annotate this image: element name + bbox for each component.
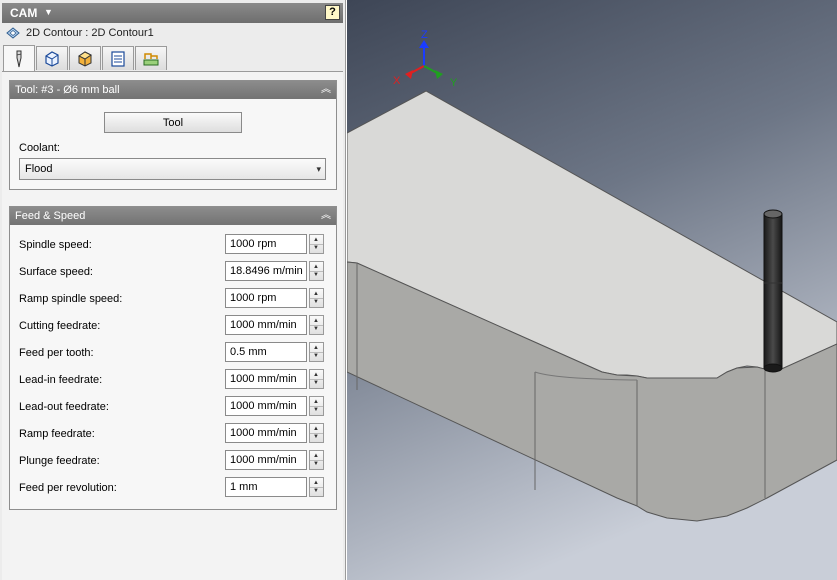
cam-panel: CAM ▼ ? 2D Contour : 2D Contour1 Tool: #…	[0, 0, 346, 580]
spin-up-icon[interactable]: ▲	[313, 372, 319, 378]
spin-up-icon[interactable]: ▲	[313, 237, 319, 243]
3d-viewport[interactable]: Z X Y	[347, 0, 837, 580]
passes-icon	[111, 50, 125, 67]
spin-up-icon[interactable]: ▲	[313, 345, 319, 351]
spinner[interactable]: ▲ ▼	[309, 450, 324, 470]
param-label: Surface speed:	[19, 266, 93, 278]
spinner[interactable]: ▲ ▼	[309, 342, 324, 362]
spin-down-icon[interactable]: ▼	[313, 299, 319, 305]
geometry-icon	[45, 50, 59, 67]
heights-icon	[78, 50, 92, 67]
spin-up-icon[interactable]: ▲	[313, 453, 319, 459]
spin-down-icon[interactable]: ▼	[313, 434, 319, 440]
spinner[interactable]: ▲ ▼	[309, 396, 324, 416]
param-row-lead-out-feedrate: Lead-out feedrate: 1000 mm/min ▲ ▼	[19, 396, 325, 417]
param-input[interactable]: 1000 mm/min	[225, 423, 307, 443]
axis-x-label: X	[393, 75, 401, 87]
param-input[interactable]: 1 mm	[225, 477, 307, 497]
param-input[interactable]: 1000 mm/min	[225, 450, 307, 470]
breadcrumb: 2D Contour : 2D Contour1	[6, 26, 154, 40]
tool-group-title: Tool: #3 - Ø6 mm ball	[15, 84, 120, 96]
chevron-down-icon[interactable]: ▾	[316, 159, 321, 179]
spin-down-icon[interactable]: ▼	[313, 380, 319, 386]
chevron-down-icon[interactable]: ▼	[44, 7, 53, 17]
spin-up-icon[interactable]: ▲	[313, 291, 319, 297]
coolant-value: Flood	[25, 163, 53, 175]
spin-down-icon[interactable]: ▼	[313, 407, 319, 413]
tab-heights[interactable]	[69, 46, 101, 70]
tab-geometry[interactable]	[36, 46, 68, 70]
spin-up-icon[interactable]: ▲	[313, 480, 319, 486]
tab-content: Tool: #3 - Ø6 mm ball ︽ Tool Coolant: Fl…	[2, 71, 343, 580]
param-row-cutting-feedrate: Cutting feedrate: 1000 mm/min ▲ ▼	[19, 315, 325, 336]
cam-header[interactable]: CAM ▼ ?	[2, 3, 343, 23]
tab-linking[interactable]	[135, 46, 167, 70]
spin-up-icon[interactable]: ▲	[313, 318, 319, 324]
tool-icon	[16, 50, 22, 67]
spin-down-icon[interactable]: ▼	[313, 272, 319, 278]
param-row-ramp-spindle-speed: Ramp spindle speed: 1000 rpm ▲ ▼	[19, 288, 325, 309]
param-label: Plunge feedrate:	[19, 455, 100, 467]
param-label: Feed per tooth:	[19, 347, 94, 359]
spin-down-icon[interactable]: ▼	[313, 488, 319, 494]
collapse-icon[interactable]: ︽	[321, 207, 331, 225]
tool-group: Tool: #3 - Ø6 mm ball ︽ Tool Coolant: Fl…	[9, 80, 337, 190]
coolant-select[interactable]: Flood ▾	[19, 158, 326, 180]
spin-down-icon[interactable]: ▼	[313, 461, 319, 467]
tool-group-header[interactable]: Tool: #3 - Ø6 mm ball ︽	[10, 81, 336, 99]
linking-icon	[143, 52, 159, 65]
spinner[interactable]: ▲ ▼	[309, 261, 324, 281]
tab-passes[interactable]	[102, 46, 134, 70]
spin-up-icon[interactable]: ▲	[313, 426, 319, 432]
param-row-surface-speed: Surface speed: 18.8496 m/min ▲ ▼	[19, 261, 325, 282]
param-label: Ramp feedrate:	[19, 428, 95, 440]
param-label: Ramp spindle speed:	[19, 293, 123, 305]
param-row-ramp-feedrate: Ramp feedrate: 1000 mm/min ▲ ▼	[19, 423, 325, 444]
param-label: Cutting feedrate:	[19, 320, 101, 332]
coolant-label: Coolant:	[19, 142, 60, 154]
param-row-spindle-speed: Spindle speed: 1000 rpm ▲ ▼	[19, 234, 325, 255]
spin-down-icon[interactable]: ▼	[313, 326, 319, 332]
axis-y-label: Y	[450, 77, 458, 89]
spinner[interactable]: ▲ ▼	[309, 477, 324, 497]
spinner[interactable]: ▲ ▼	[309, 288, 324, 308]
feed-speed-header[interactable]: Feed & Speed ︽	[10, 207, 336, 225]
tool-button[interactable]: Tool	[104, 112, 242, 133]
feed-speed-title: Feed & Speed	[15, 210, 86, 222]
spin-down-icon[interactable]: ▼	[313, 245, 319, 251]
param-input[interactable]: 18.8496 m/min	[225, 261, 307, 281]
spinner[interactable]: ▲ ▼	[309, 369, 324, 389]
spinner[interactable]: ▲ ▼	[309, 234, 324, 254]
param-input[interactable]: 1000 rpm	[225, 288, 307, 308]
contour-operation-icon	[6, 27, 20, 39]
help-button[interactable]: ?	[325, 5, 340, 20]
param-label: Feed per revolution:	[19, 482, 117, 494]
viewport-canvas[interactable]: Z X Y	[347, 0, 837, 580]
param-input[interactable]: 1000 rpm	[225, 234, 307, 254]
param-row-feed-per-revolution: Feed per revolution: 1 mm ▲ ▼	[19, 477, 325, 498]
spin-up-icon[interactable]: ▲	[313, 264, 319, 270]
spin-up-icon[interactable]: ▲	[313, 399, 319, 405]
spinner[interactable]: ▲ ▼	[309, 423, 324, 443]
tab-strip	[3, 45, 168, 72]
param-input[interactable]: 1000 mm/min	[225, 369, 307, 389]
breadcrumb-text: 2D Contour : 2D Contour1	[26, 27, 154, 39]
cam-title[interactable]: CAM	[10, 6, 37, 20]
spinner[interactable]: ▲ ▼	[309, 315, 324, 335]
param-row-feed-per-tooth: Feed per tooth: 0.5 mm ▲ ▼	[19, 342, 325, 363]
tool-model	[763, 209, 783, 373]
param-input[interactable]: 0.5 mm	[225, 342, 307, 362]
param-input[interactable]: 1000 mm/min	[225, 396, 307, 416]
feed-speed-group: Feed & Speed ︽ Spindle speed: 1000 rpm ▲…	[9, 206, 337, 510]
spin-down-icon[interactable]: ▼	[313, 353, 319, 359]
param-input[interactable]: 1000 mm/min	[225, 315, 307, 335]
axis-z-label: Z	[421, 29, 428, 41]
collapse-icon[interactable]: ︽	[321, 81, 331, 99]
param-row-lead-in-feedrate: Lead-in feedrate: 1000 mm/min ▲ ▼	[19, 369, 325, 390]
param-label: Spindle speed:	[19, 239, 92, 251]
param-label: Lead-out feedrate:	[19, 401, 109, 413]
param-label: Lead-in feedrate:	[19, 374, 103, 386]
param-row-plunge-feedrate: Plunge feedrate: 1000 mm/min ▲ ▼	[19, 450, 325, 471]
tab-tool[interactable]	[3, 45, 35, 71]
